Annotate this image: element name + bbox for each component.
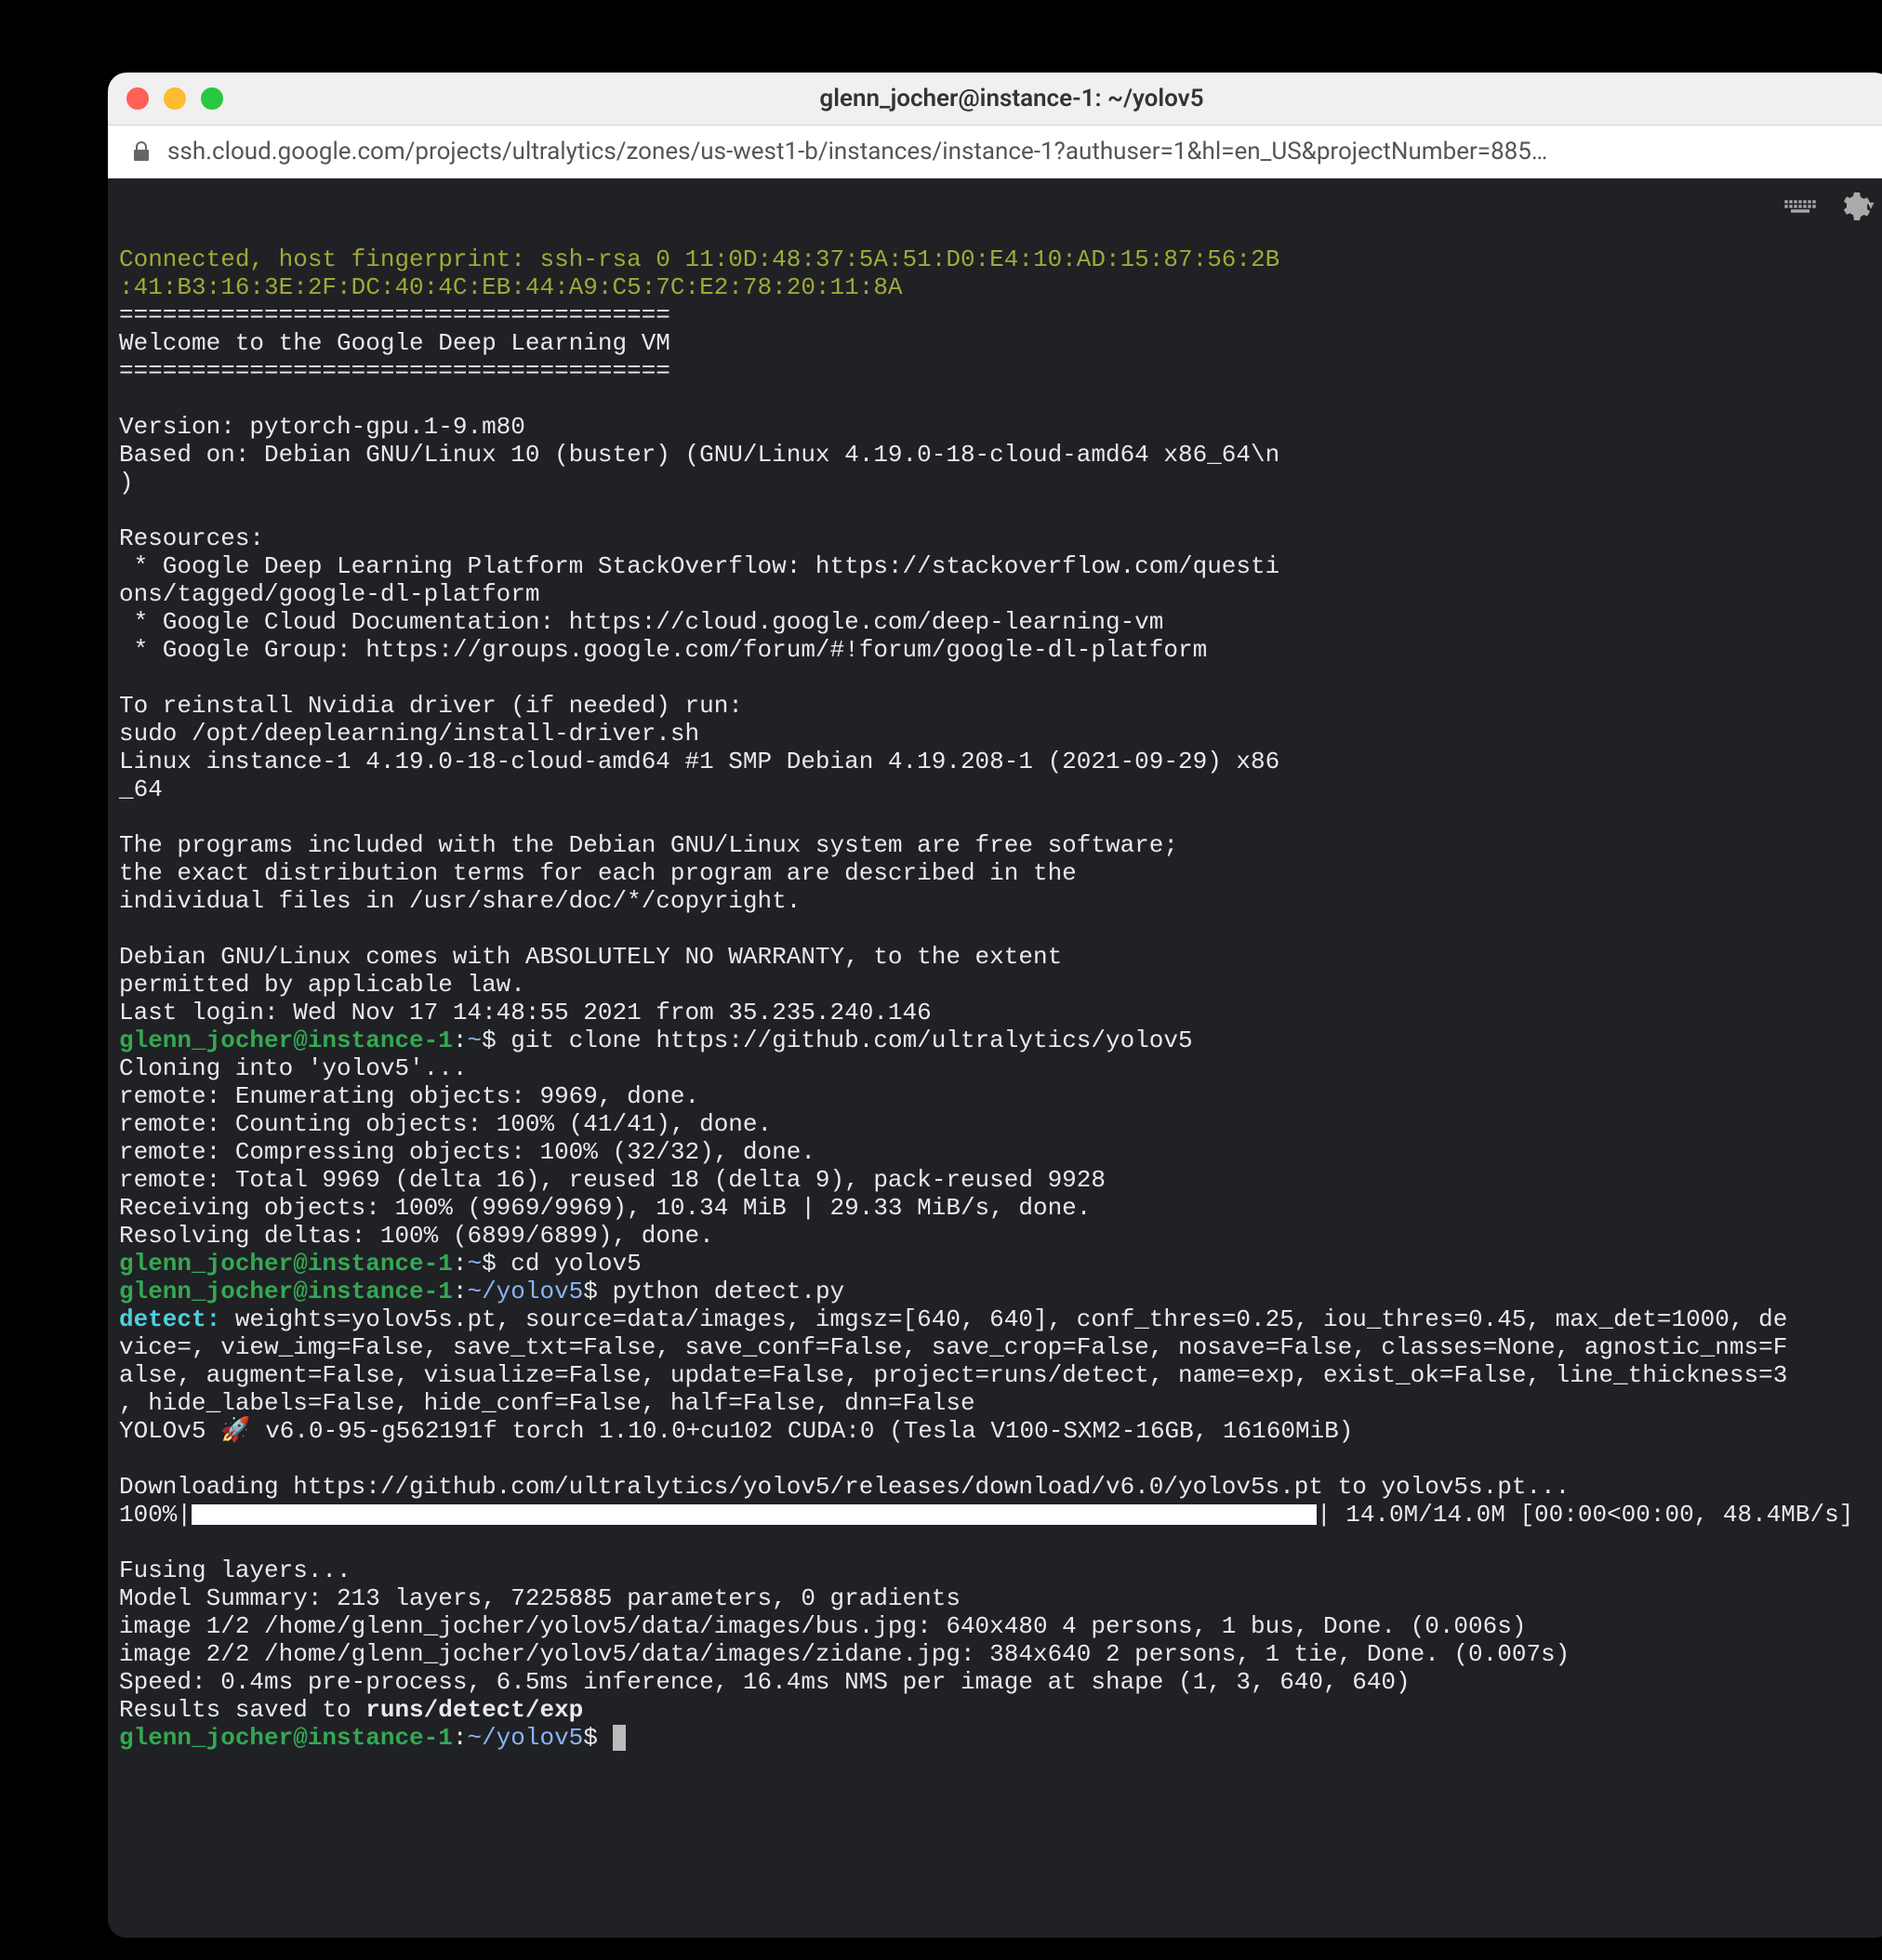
resource-link: * Google Cloud Documentation: https://cl… <box>119 608 1163 636</box>
detect-params: weights=yolov5s.pt, source=data/images, … <box>235 1305 1787 1333</box>
model-summary: Model Summary: 213 layers, 7225885 param… <box>119 1584 961 1612</box>
prompt-path: ~ <box>467 1026 482 1054</box>
cursor <box>613 1725 626 1751</box>
resources-header: Resources: <box>119 524 264 552</box>
prompt-user: glenn_jocher@instance-1 <box>119 1250 453 1278</box>
debian-line: individual files in /usr/share/doc/*/cop… <box>119 887 801 915</box>
url-text: ssh.cloud.google.com/projects/ultralytic… <box>167 138 1547 166</box>
reinstall-line: To reinstall Nvidia driver (if needed) r… <box>119 692 743 720</box>
linux-line: _64 <box>119 775 163 803</box>
git-output: Resolving deltas: 100% (6899/6899), done… <box>119 1222 714 1250</box>
linux-line: Linux instance-1 4.19.0-18-cloud-amd64 #… <box>119 748 1279 775</box>
prompt-path: ~ <box>467 1250 482 1278</box>
sudo-line: sudo /opt/deeplearning/install-driver.sh <box>119 720 699 748</box>
fingerprint-line: :41:B3:16:3E:2F:DC:40:4C:EB:44:A9:C5:7C:… <box>119 273 903 301</box>
prompt-user: glenn_jocher@instance-1 <box>119 1026 453 1054</box>
last-login-line: Last login: Wed Nov 17 14:48:55 2021 fro… <box>119 999 932 1026</box>
resource-link: * Google Deep Learning Platform StackOve… <box>119 552 1279 580</box>
git-output: Cloning into 'yolov5'... <box>119 1054 467 1082</box>
keyboard-icon[interactable] <box>1782 188 1819 225</box>
download-line: Downloading https://github.com/ultralyti… <box>119 1473 1570 1501</box>
detect-label: detect: <box>119 1305 235 1333</box>
resource-link: * Google Group: https://groups.google.co… <box>119 636 1207 664</box>
fuse-line: Fusing layers... <box>119 1556 365 1584</box>
window-title: glenn_jocher@instance-1: ~/yolov5 <box>260 85 1763 113</box>
yolo-banner: YOLOv5 🚀 v6.0-95-g562191f torch 1.10.0+c… <box>119 1417 1353 1445</box>
git-output: Receiving objects: 100% (9969/9969), 10.… <box>119 1194 1091 1222</box>
prompt-user: glenn_jocher@instance-1 <box>119 1278 453 1305</box>
divider-line: ====================================== <box>119 301 670 329</box>
terminal-body[interactable]: ▾ Connected, host fingerprint: ssh-rsa 0… <box>108 179 1882 1938</box>
resource-link: ons/tagged/google-dl-platform <box>119 580 539 608</box>
warranty-line: Debian GNU/Linux comes with ABSOLUTELY N… <box>119 943 1062 971</box>
git-output: remote: Enumerating objects: 9969, done. <box>119 1082 699 1110</box>
traffic-lights <box>126 87 223 110</box>
results-path: runs/detect/exp <box>365 1696 583 1724</box>
welcome-line: Welcome to the Google Deep Learning VM <box>119 329 670 357</box>
debian-line: the exact distribution terms for each pr… <box>119 859 1077 887</box>
fingerprint-line: Connected, host fingerprint: ssh-rsa 0 1… <box>119 245 1279 273</box>
version-line: Version: pytorch-gpu.1-9.m80 <box>119 413 525 441</box>
command: python detect.py <box>613 1278 845 1305</box>
command: cd yolov5 <box>510 1250 641 1278</box>
gear-icon[interactable]: ▾ <box>1837 188 1875 225</box>
prompt-user: glenn_jocher@instance-1 <box>119 1724 453 1752</box>
terminal-window: glenn_jocher@instance-1: ~/yolov5 ssh.cl… <box>108 73 1882 1938</box>
address-bar[interactable]: ssh.cloud.google.com/projects/ultralytic… <box>108 126 1882 179</box>
based-on-line: Based on: Debian GNU/Linux 10 (buster) (… <box>119 441 1279 469</box>
titlebar: glenn_jocher@instance-1: ~/yolov5 <box>108 73 1882 126</box>
results-saved: Results saved to <box>119 1696 365 1724</box>
progress-bar <box>192 1504 1317 1525</box>
speed-line: Speed: 0.4ms pre-process, 6.5ms inferenc… <box>119 1668 1411 1696</box>
minimize-icon[interactable] <box>164 87 186 110</box>
zoom-icon[interactable] <box>201 87 223 110</box>
detect-params: vice=, view_img=False, save_txt=False, s… <box>119 1333 1787 1361</box>
progress-tail: | 14.0M/14.0M [00:00<00:00, 48.4MB/s] <box>1317 1501 1853 1529</box>
command: git clone https://github.com/ultralytics… <box>510 1026 1192 1054</box>
git-output: remote: Total 9969 (delta 16), reused 18… <box>119 1166 1106 1194</box>
progress-pct: 100%| <box>119 1501 192 1529</box>
close-icon[interactable] <box>126 87 149 110</box>
terminal-toolbar: ▾ <box>1782 188 1875 225</box>
lock-icon <box>130 140 152 163</box>
git-output: remote: Compressing objects: 100% (32/32… <box>119 1138 815 1166</box>
detect-params: alse, augment=False, visualize=False, up… <box>119 1361 1787 1389</box>
image-result: image 2/2 /home/glenn_jocher/yolov5/data… <box>119 1640 1570 1668</box>
git-output: remote: Counting objects: 100% (41/41), … <box>119 1110 772 1138</box>
prompt-path: ~/yolov5 <box>467 1724 583 1752</box>
warranty-line: permitted by applicable law. <box>119 971 525 999</box>
debian-line: The programs included with the Debian GN… <box>119 831 1178 859</box>
based-on-line: ) <box>119 469 134 497</box>
prompt-path: ~/yolov5 <box>467 1278 583 1305</box>
image-result: image 1/2 /home/glenn_jocher/yolov5/data… <box>119 1612 1526 1640</box>
divider-line: ====================================== <box>119 357 670 385</box>
detect-params: , hide_labels=False, hide_conf=False, ha… <box>119 1389 975 1417</box>
